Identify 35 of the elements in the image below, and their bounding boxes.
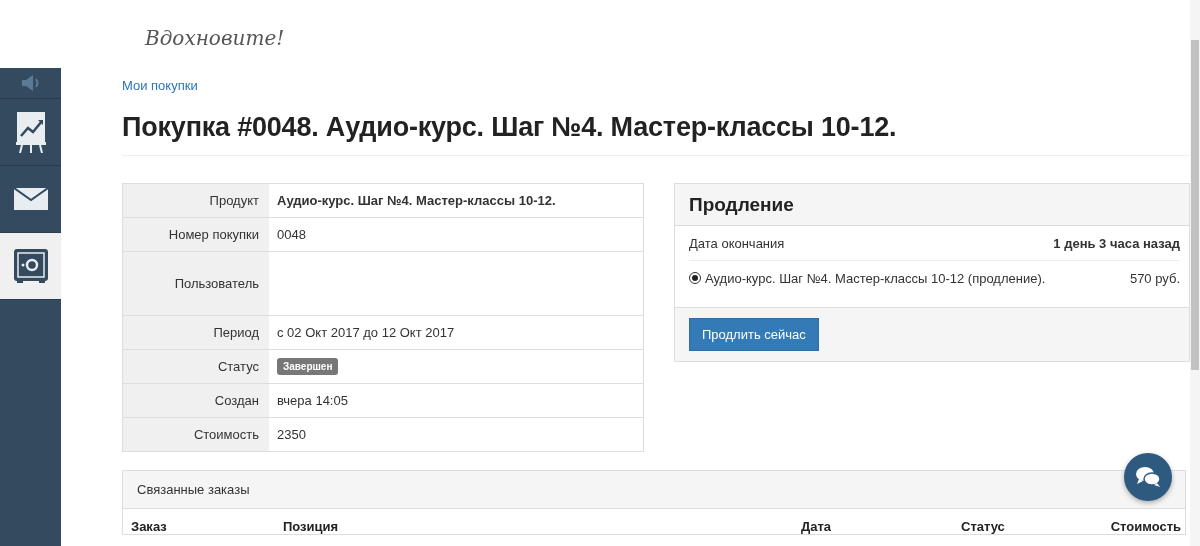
chat-button[interactable] [1124, 453, 1172, 501]
panel-title: Связанные заказы [137, 482, 250, 497]
mail-icon [13, 188, 48, 210]
column-header: Заказ [131, 519, 168, 534]
status-badge: Завершен [277, 358, 339, 375]
logo[interactable]: Вдохновите! [143, 23, 291, 53]
safe-icon [13, 249, 48, 283]
column-header: Дата [801, 519, 833, 534]
field-value: Аудио-курс. Шаг №4. Мастер-классы 10-12. [277, 193, 556, 208]
breadcrumb-link[interactable]: Мои покупки [122, 78, 198, 93]
field-label: Продукт [209, 193, 259, 208]
field-label: Стоимость [193, 427, 259, 442]
field-label: Дата окончания [689, 235, 785, 251]
option-price: 570 руб. [1129, 271, 1180, 286]
renew-button[interactable]: Продлить сейчас [689, 318, 819, 351]
scrollbar[interactable] [1190, 0, 1200, 546]
field-label: Пользователь [174, 276, 259, 291]
column-header: Позиция [283, 519, 340, 534]
field-value: с 02 Окт 2017 до 12 Окт 2017 [277, 325, 455, 340]
option-label[interactable]: Аудио-курс. Шаг №4. Мастер-классы 10-12 (продление). [705, 270, 1130, 286]
chart-easel-icon [15, 111, 46, 153]
page-title: Покупка #0048. Аудио-курс. Шаг №4. Мастер-классы 10-12. [122, 112, 1190, 156]
field-label: Статус [217, 359, 259, 374]
column-header: Стоимость [1109, 519, 1181, 534]
panel-title: Продление [689, 193, 794, 216]
field-label: Номер покупки [168, 227, 259, 242]
column-header: Статус [961, 519, 1006, 534]
field-value: 1 день 3 часа назад [1053, 235, 1180, 251]
field-label: Период [213, 325, 259, 340]
field-value: вчера 14:05 [277, 393, 348, 408]
field-value: 0048 [277, 227, 306, 242]
field-value: 2350 [277, 427, 306, 442]
sidebar-item[interactable] [0, 233, 61, 300]
field-label: Создан [214, 393, 259, 408]
chat-bubbles-icon [1135, 466, 1161, 488]
